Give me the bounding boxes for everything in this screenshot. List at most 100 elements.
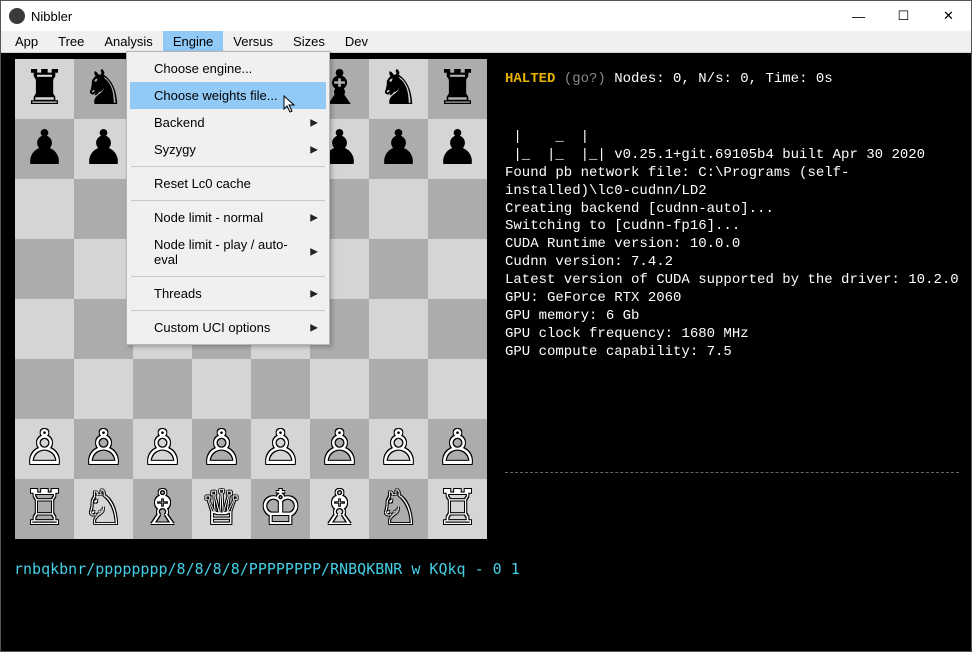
square[interactable] <box>369 239 428 299</box>
menu-sizes[interactable]: Sizes <box>283 31 335 52</box>
piece-K[interactable]: ♔ <box>259 485 302 533</box>
square[interactable] <box>428 299 487 359</box>
log-line: | _ | <box>505 129 959 147</box>
menu-item-syzygy[interactable]: Syzygy▶ <box>130 136 326 163</box>
square[interactable]: ♙ <box>15 419 74 479</box>
square[interactable]: ♙ <box>369 419 428 479</box>
square[interactable]: ♖ <box>428 479 487 539</box>
menu-tree[interactable]: Tree <box>48 31 94 52</box>
square[interactable]: ♙ <box>192 419 251 479</box>
menu-item-choose-weights-file[interactable]: Choose weights file... <box>130 82 326 109</box>
menu-item-threads[interactable]: Threads▶ <box>130 280 326 307</box>
menu-item-backend[interactable]: Backend▶ <box>130 109 326 136</box>
square[interactable]: ♖ <box>15 479 74 539</box>
menu-item-reset-lc0-cache[interactable]: Reset Lc0 cache <box>130 170 326 197</box>
status-line: HALTED (go?) Nodes: 0, N/s: 0, Time: 0s <box>505 71 959 89</box>
piece-r[interactable]: ♜ <box>436 65 479 113</box>
square[interactable] <box>15 359 74 419</box>
square[interactable]: ♘ <box>74 479 133 539</box>
menu-item-node-limit-normal[interactable]: Node limit - normal▶ <box>130 204 326 231</box>
piece-B[interactable]: ♗ <box>318 485 361 533</box>
square[interactable]: ♟ <box>15 119 74 179</box>
square[interactable]: ♔ <box>251 479 310 539</box>
halted-label: HALTED <box>505 71 555 87</box>
square[interactable]: ♞ <box>74 59 133 119</box>
submenu-arrow-icon: ▶ <box>310 144 318 155</box>
piece-P[interactable]: ♙ <box>318 425 361 473</box>
square[interactable] <box>369 299 428 359</box>
menu-item-choose-engine[interactable]: Choose engine... <box>130 55 326 82</box>
square[interactable] <box>369 359 428 419</box>
piece-P[interactable]: ♙ <box>377 425 420 473</box>
piece-p[interactable]: ♟ <box>436 125 479 173</box>
square[interactable] <box>428 179 487 239</box>
fen-string[interactable]: rnbqkbnr/pppppppp/8/8/8/8/PPPPPPPP/RNBQK… <box>14 560 520 578</box>
square[interactable]: ♙ <box>310 419 369 479</box>
title-bar: Nibbler — ☐ ✕ <box>1 1 971 31</box>
piece-p[interactable]: ♟ <box>23 125 66 173</box>
piece-p[interactable]: ♟ <box>377 125 420 173</box>
piece-B[interactable]: ♗ <box>141 485 184 533</box>
piece-n[interactable]: ♞ <box>82 65 125 113</box>
square[interactable] <box>15 239 74 299</box>
piece-r[interactable]: ♜ <box>23 65 66 113</box>
menu-dev[interactable]: Dev <box>335 31 378 52</box>
square[interactable]: ♙ <box>428 419 487 479</box>
square[interactable]: ♟ <box>74 119 133 179</box>
piece-P[interactable]: ♙ <box>259 425 302 473</box>
square[interactable]: ♟ <box>428 119 487 179</box>
piece-N[interactable]: ♘ <box>377 485 420 533</box>
menu-versus[interactable]: Versus <box>223 31 283 52</box>
square[interactable] <box>310 359 369 419</box>
submenu-arrow-icon: ▶ <box>310 117 318 128</box>
square[interactable] <box>133 359 192 419</box>
menu-separator <box>131 200 325 201</box>
piece-N[interactable]: ♘ <box>82 485 125 533</box>
piece-P[interactable]: ♙ <box>436 425 479 473</box>
square[interactable] <box>74 179 133 239</box>
menu-item-node-limit-play-auto-eval[interactable]: Node limit - play / auto-eval▶ <box>130 231 326 273</box>
menu-item-custom-uci-options[interactable]: Custom UCI options▶ <box>130 314 326 341</box>
piece-n[interactable]: ♞ <box>377 65 420 113</box>
square[interactable]: ♙ <box>251 419 310 479</box>
piece-R[interactable]: ♖ <box>23 485 66 533</box>
square[interactable]: ♙ <box>74 419 133 479</box>
piece-Q[interactable]: ♕ <box>200 485 243 533</box>
maximize-button[interactable]: ☐ <box>881 1 926 31</box>
close-button[interactable]: ✕ <box>926 1 971 31</box>
square[interactable] <box>428 239 487 299</box>
square[interactable]: ♞ <box>369 59 428 119</box>
log-line: CUDA Runtime version: 10.0.0 <box>505 236 959 254</box>
square[interactable] <box>15 179 74 239</box>
menu-app[interactable]: App <box>5 31 48 52</box>
minimize-button[interactable]: — <box>836 1 881 31</box>
engine-menu-dropdown: Choose engine...Choose weights file...Ba… <box>126 51 330 345</box>
square[interactable] <box>74 239 133 299</box>
menu-analysis[interactable]: Analysis <box>94 31 162 52</box>
menu-separator <box>131 276 325 277</box>
divider <box>505 472 959 473</box>
square[interactable]: ♗ <box>310 479 369 539</box>
square[interactable]: ♜ <box>428 59 487 119</box>
square[interactable]: ♜ <box>15 59 74 119</box>
square[interactable] <box>192 359 251 419</box>
square[interactable]: ♘ <box>369 479 428 539</box>
square[interactable]: ♗ <box>133 479 192 539</box>
square[interactable] <box>369 179 428 239</box>
piece-P[interactable]: ♙ <box>82 425 125 473</box>
square[interactable] <box>15 299 74 359</box>
piece-P[interactable]: ♙ <box>23 425 66 473</box>
square[interactable] <box>74 299 133 359</box>
square[interactable]: ♙ <box>133 419 192 479</box>
square[interactable] <box>74 359 133 419</box>
piece-p[interactable]: ♟ <box>82 125 125 173</box>
square[interactable]: ♟ <box>369 119 428 179</box>
menu-engine[interactable]: Engine <box>163 31 223 52</box>
piece-R[interactable]: ♖ <box>436 485 479 533</box>
piece-P[interactable]: ♙ <box>141 425 184 473</box>
piece-P[interactable]: ♙ <box>200 425 243 473</box>
square[interactable] <box>251 359 310 419</box>
square[interactable]: ♕ <box>192 479 251 539</box>
square[interactable] <box>428 359 487 419</box>
go-hint[interactable]: (go?) <box>564 71 606 87</box>
